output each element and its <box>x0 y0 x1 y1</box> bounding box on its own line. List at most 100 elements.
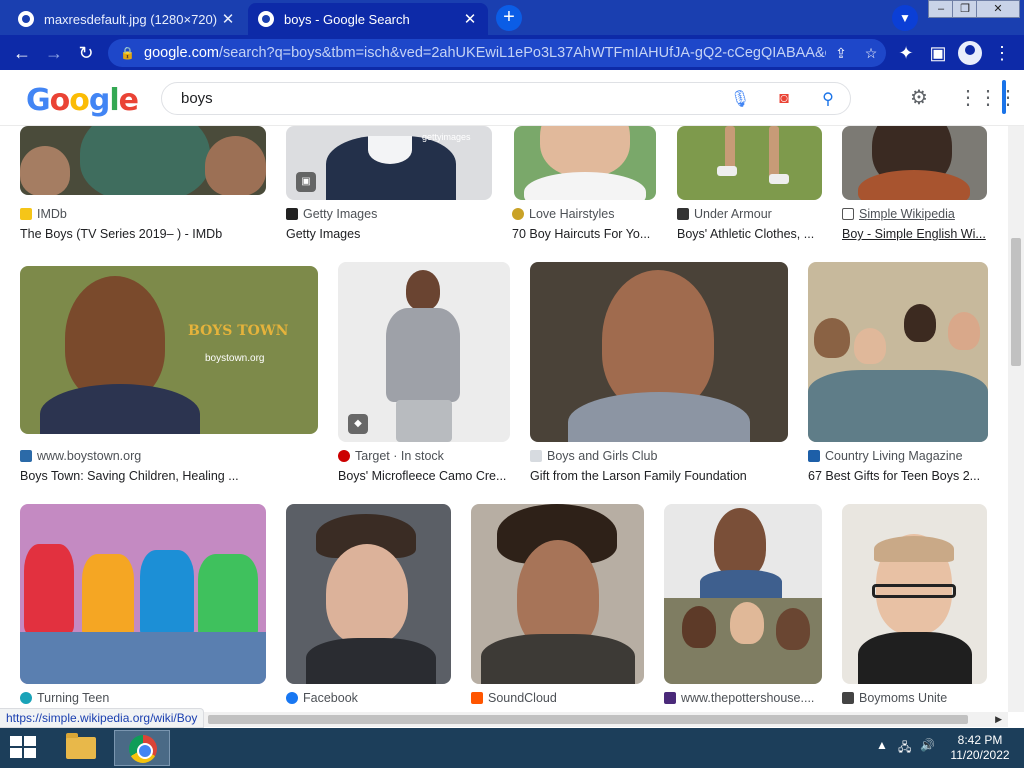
address-url[interactable]: google.com/search?q=boys&tbm=isch&ved=2a… <box>144 45 826 61</box>
result-source[interactable]: www.thepottershouse.... <box>664 691 822 705</box>
result-caption[interactable]: Getty Images <box>286 227 492 241</box>
image-tag-icon: ▣ <box>296 172 316 192</box>
chrome-icon <box>129 735 157 763</box>
taskbar: ▲ 🖧 🔊 8:42 PM 11/20/2022 <box>0 728 1024 768</box>
microphone-icon[interactable]: 🎙 <box>718 89 762 109</box>
result-source[interactable]: IMDb <box>20 207 266 221</box>
url-path: /search?q=boys&tbm=isch&ved=2ahUKEwiL1eP… <box>218 45 826 61</box>
profile-avatar[interactable] <box>958 41 982 65</box>
logo-letter: o <box>49 83 71 118</box>
result-source[interactable]: Boymoms Unite <box>842 691 987 705</box>
folder-icon <box>66 733 96 759</box>
lock-icon: 🔒 <box>120 46 135 60</box>
scrollbar-thumb[interactable] <box>208 715 968 724</box>
logo-letter: e <box>118 83 139 118</box>
result-caption[interactable]: 70 Boy Haircuts For Yo... <box>512 227 658 241</box>
image-results-grid: gettyimages ▣ IMDb The Boys (TV Series 2… <box>0 126 1008 712</box>
result-thumbnail[interactable]: BOYS TOWN boystown.org <box>20 266 318 434</box>
minimize-button[interactable]: – <box>928 0 954 18</box>
search-icon[interactable]: ⚲ <box>806 89 850 109</box>
result-thumbnail[interactable]: gettyimages ▣ <box>286 126 492 200</box>
result-caption[interactable]: Boys' Microfleece Camo Cre... <box>338 469 510 483</box>
close-tab-icon[interactable]: ✕ <box>462 10 478 28</box>
logo-letter: l <box>109 83 119 118</box>
close-window-button[interactable]: ✕ <box>976 0 1020 18</box>
system-clock[interactable]: 8:42 PM 11/20/2022 <box>946 733 1014 763</box>
result-caption[interactable]: 67 Best Gifts for Teen Boys 2... <box>808 469 988 483</box>
apps-grid-icon[interactable]: ⋮⋮⋮ <box>958 86 1018 110</box>
menu-kebab-icon[interactable]: ⋮ <box>990 41 1014 65</box>
result-source[interactable]: Facebook <box>286 691 451 705</box>
bookmark-star-icon[interactable]: ☆ <box>856 45 886 62</box>
result-source[interactable]: Under Armour <box>677 207 822 221</box>
back-button[interactable]: ← <box>10 41 34 65</box>
result-thumbnail[interactable] <box>471 504 644 684</box>
result-thumbnail[interactable] <box>842 504 987 684</box>
maximize-button[interactable]: ❐ <box>952 0 978 18</box>
logo-letter: G <box>26 83 51 118</box>
volume-icon[interactable]: 🔊 <box>920 738 935 752</box>
settings-gear-icon[interactable]: ⚙ <box>907 86 931 110</box>
result-thumbnail[interactable] <box>514 126 656 200</box>
result-thumbnail[interactable] <box>677 126 822 200</box>
result-thumbnail[interactable] <box>20 126 266 195</box>
reload-button[interactable]: ↻ <box>74 41 98 65</box>
google-icon <box>258 11 274 27</box>
result-thumbnail[interactable] <box>20 504 266 684</box>
search-box[interactable]: boys 🎙 ◙ ⚲ <box>161 82 851 115</box>
result-source[interactable]: Simple Wikipedia <box>842 207 987 221</box>
google-header: Google boys 🎙 ◙ ⚲ ⚙ ⋮⋮⋮ <box>0 70 1024 126</box>
tab-image[interactable]: maxresdefault.jpg (1280×720) ✕ <box>8 3 246 35</box>
google-logo[interactable]: Google <box>26 83 139 118</box>
tab-title: maxresdefault.jpg (1280×720) <box>44 11 218 27</box>
share-icon[interactable]: ⇪ <box>826 45 856 62</box>
result-thumbnail[interactable] <box>842 126 987 200</box>
windows-start-icon[interactable] <box>10 736 38 760</box>
result-source[interactable]: Love Hairstyles <box>512 207 658 221</box>
header-accent <box>1002 80 1006 114</box>
close-tab-icon[interactable]: ✕ <box>220 10 236 28</box>
result-caption[interactable]: Boy - Simple English Wi... <box>842 227 987 241</box>
source-name: Simple Wikipedia <box>859 207 955 221</box>
network-icon[interactable]: 🖧 <box>898 738 911 759</box>
extensions-icon[interactable]: ✦ <box>894 41 918 65</box>
tab-search-button[interactable]: ▼ <box>892 5 918 31</box>
result-source[interactable]: SoundCloud <box>471 691 644 705</box>
result-source[interactable]: Boys and Girls Club <box>530 449 788 463</box>
forward-button[interactable]: → <box>42 41 66 65</box>
result-caption[interactable]: Boys' Athletic Clothes, ... <box>677 227 822 241</box>
result-source[interactable]: Getty Images <box>286 207 492 221</box>
result-thumbnail[interactable] <box>664 504 822 684</box>
clock-time: 8:42 PM <box>957 733 1003 747</box>
chrome-taskbar-button[interactable] <box>114 730 170 766</box>
search-input[interactable]: boys <box>181 90 718 107</box>
status-bar-url: https://simple.wikipedia.org/wiki/Boy <box>0 708 205 728</box>
result-caption[interactable]: Gift from the Larson Family Foundation <box>530 469 788 483</box>
file-explorer-button[interactable] <box>52 730 108 766</box>
result-source[interactable]: Turning Teen <box>20 691 266 705</box>
result-thumbnail[interactable]: ◆ <box>338 262 510 442</box>
toolbar: ← → ↻ 🔒 google.com/search?q=boys&tbm=isc… <box>0 35 1024 70</box>
scroll-right-arrow-icon[interactable]: ▶ <box>995 712 1002 727</box>
url-host: google.com <box>144 45 219 61</box>
source-name: Boys and Girls Club <box>547 449 658 463</box>
scrollbar-thumb[interactable] <box>1011 238 1021 366</box>
show-hidden-icons[interactable]: ▲ <box>876 738 888 752</box>
result-source[interactable]: Target · In stock <box>338 449 510 463</box>
result-thumbnail[interactable] <box>808 262 988 442</box>
result-source[interactable]: Country Living Magazine <box>808 449 988 463</box>
result-caption[interactable]: The Boys (TV Series 2019– ) - IMDb <box>20 227 266 241</box>
result-source[interactable]: www.boystown.org <box>20 449 318 463</box>
getty-watermark: gettyimages <box>422 132 471 142</box>
side-panel-icon[interactable]: ▣ <box>926 41 950 65</box>
address-bar[interactable]: 🔒 google.com/search?q=boys&tbm=isch&ved=… <box>108 39 886 67</box>
source-name: Turning Teen <box>37 691 110 705</box>
new-tab-button[interactable]: + <box>496 5 522 31</box>
camera-lens-icon[interactable]: ◙ <box>762 90 806 108</box>
vertical-scrollbar[interactable] <box>1008 126 1024 712</box>
result-thumbnail[interactable] <box>530 262 788 442</box>
result-thumbnail[interactable] <box>286 504 451 684</box>
tab-google-search[interactable]: boys - Google Search ✕ <box>248 3 488 35</box>
result-caption[interactable]: Boys Town: Saving Children, Healing ... <box>20 469 318 483</box>
source-name: Target · In stock <box>355 449 444 463</box>
